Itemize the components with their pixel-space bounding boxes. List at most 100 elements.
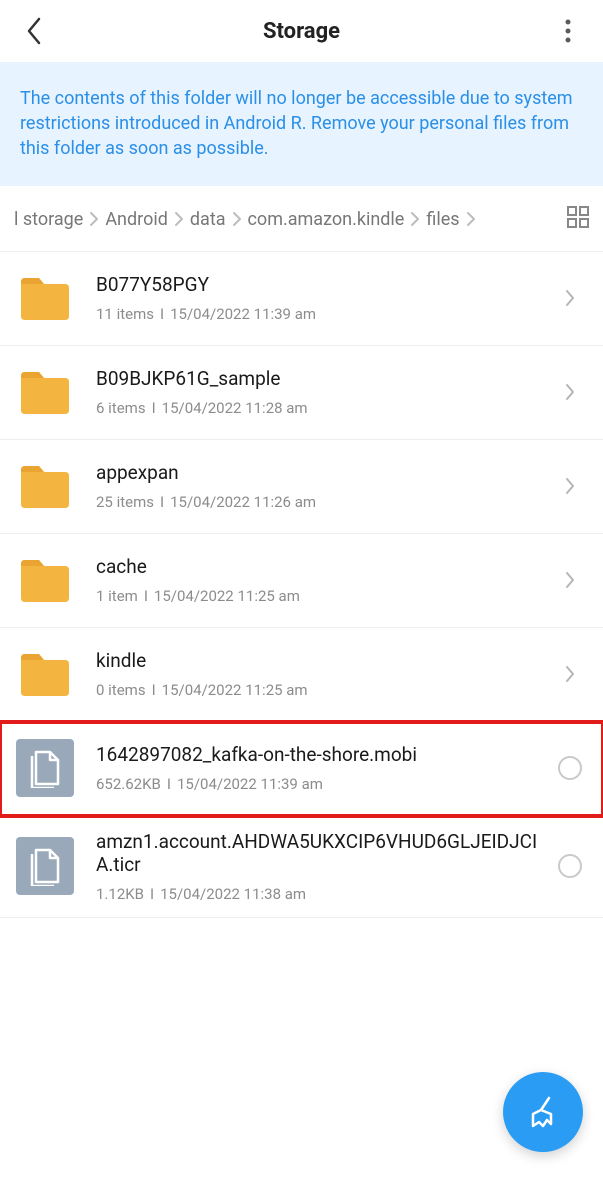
- item-meta-primary: 6 items: [96, 399, 146, 417]
- list-item-body: appexpan 25 items I 15/04/2022 11:26 am: [74, 461, 553, 511]
- item-name: B077Y58PGY: [96, 273, 553, 297]
- radio-unchecked-icon: [558, 854, 582, 878]
- item-disclosure: [553, 288, 587, 308]
- kebab-icon: [565, 19, 571, 43]
- folder-icon-wrap: [16, 551, 74, 609]
- chevron-left-icon: [26, 17, 44, 45]
- item-meta-secondary: 15/04/2022 11:39 am: [170, 305, 316, 323]
- item-meta: 1 item I 15/04/2022 11:25 am: [96, 587, 553, 605]
- folder-icon-wrap: [16, 457, 74, 515]
- folder-icon: [17, 458, 73, 514]
- breadcrumb-segment[interactable]: files: [426, 209, 459, 230]
- meta-divider: I: [160, 493, 164, 511]
- page-title: Storage: [263, 19, 340, 44]
- list-item[interactable]: appexpan 25 items I 15/04/2022 11:26 am: [0, 440, 603, 534]
- item-name: cache: [96, 555, 553, 579]
- chevron-right-icon: [564, 382, 576, 402]
- meta-divider: I: [150, 885, 154, 903]
- item-select-radio[interactable]: [553, 854, 587, 878]
- item-meta-primary: 652.62KB: [96, 775, 161, 793]
- item-meta-primary: 1.12KB: [96, 885, 144, 903]
- meta-divider: I: [152, 681, 156, 699]
- folder-icon: [17, 552, 73, 608]
- item-meta-primary: 25 items: [96, 493, 154, 511]
- list-item-body: B077Y58PGY 11 items I 15/04/2022 11:39 am: [74, 273, 553, 323]
- chevron-right-icon: [564, 664, 576, 684]
- list-item[interactable]: cache 1 item I 15/04/2022 11:25 am: [0, 534, 603, 628]
- item-disclosure: [553, 664, 587, 684]
- folder-icon: [17, 364, 73, 420]
- breadcrumb: l storage Android data com.amazon.kindle fil…: [0, 186, 603, 252]
- file-icon: [28, 748, 62, 788]
- list-item-body: cache 1 item I 15/04/2022 11:25 am: [74, 555, 553, 605]
- list-item[interactable]: 1642897082_kafka-on-the-shore.mobi 652.62…: [0, 722, 603, 816]
- more-options-button[interactable]: [551, 14, 585, 48]
- breadcrumb-segment[interactable]: Android: [105, 209, 168, 230]
- item-meta-secondary: 15/04/2022 11:25 am: [162, 681, 308, 699]
- list-item-body: kindle 0 items I 15/04/2022 11:25 am: [74, 649, 553, 699]
- item-name: B09BJKP61G_sample: [96, 367, 553, 391]
- folder-icon-wrap: [16, 645, 74, 703]
- chevron-right-icon: [564, 288, 576, 308]
- chevron-right-icon: [89, 211, 99, 227]
- breadcrumb-segment[interactable]: l storage: [14, 209, 83, 230]
- meta-divider: I: [152, 399, 156, 417]
- item-disclosure: [553, 570, 587, 590]
- item-meta-secondary: 15/04/2022 11:25 am: [154, 587, 300, 605]
- item-meta: 0 items I 15/04/2022 11:25 am: [96, 681, 553, 699]
- item-meta-primary: 0 items: [96, 681, 146, 699]
- item-name: kindle: [96, 649, 553, 673]
- meta-divider: I: [160, 305, 164, 323]
- list-item[interactable]: kindle 0 items I 15/04/2022 11:25 am: [0, 628, 603, 722]
- chevron-right-icon: [564, 476, 576, 496]
- file-icon: [28, 846, 62, 886]
- item-meta-secondary: 15/04/2022 11:28 am: [162, 399, 308, 417]
- list-item[interactable]: B09BJKP61G_sample 6 items I 15/04/2022 11:2…: [0, 346, 603, 440]
- item-meta-primary: 1 item: [96, 587, 138, 605]
- back-button[interactable]: [18, 14, 52, 48]
- item-meta: 11 items I 15/04/2022 11:39 am: [96, 305, 553, 323]
- file-list: B077Y58PGY11 itemsI15/04/2022 11:39 amB0…: [0, 252, 603, 919]
- folder-icon: [17, 646, 73, 702]
- chevron-right-icon: [466, 211, 476, 227]
- grid-view-toggle[interactable]: [567, 206, 589, 233]
- chevron-right-icon: [410, 211, 420, 227]
- list-item[interactable]: B077Y58PGY 11 items I 15/04/2022 11:39 am: [0, 252, 603, 346]
- list-item[interactable]: amzn1.account.AHDWA5UKXCIP6VHUD6GLJEIDJC…: [0, 816, 603, 919]
- chevron-right-icon: [174, 211, 184, 227]
- clean-fab-button[interactable]: [503, 1072, 583, 1152]
- breadcrumb-segment[interactable]: data: [190, 209, 226, 230]
- item-meta: 6 items I 15/04/2022 11:28 am: [96, 399, 553, 417]
- meta-divider: I: [167, 775, 171, 793]
- meta-divider: I: [144, 587, 148, 605]
- chevron-right-icon: [232, 211, 242, 227]
- breadcrumb-segment[interactable]: com.amazon.kindle: [248, 209, 405, 230]
- file-icon-wrap: [16, 837, 74, 895]
- file-icon-wrap: [16, 739, 74, 797]
- folder-icon-wrap: [16, 363, 74, 421]
- folder-icon-wrap: [16, 269, 74, 327]
- chevron-right-icon: [564, 570, 576, 590]
- item-meta: 25 items I 15/04/2022 11:26 am: [96, 493, 553, 511]
- item-disclosure: [553, 382, 587, 402]
- item-name: amzn1.account.AHDWA5UKXCIP6VHUD6GLJEIDJC…: [96, 830, 553, 878]
- item-name: 1642897082_kafka-on-the-shore.mobi: [96, 743, 553, 767]
- item-meta-secondary: 15/04/2022 11:38 am: [160, 885, 306, 903]
- item-meta: 1.12KB I 15/04/2022 11:38 am: [96, 885, 553, 903]
- list-item-body: B09BJKP61G_sample 6 items I 15/04/2022 11:2…: [74, 367, 553, 417]
- broom-icon: [523, 1092, 563, 1132]
- grid-icon: [567, 206, 589, 228]
- list-item-body: amzn1.account.AHDWA5UKXCIP6VHUD6GLJEIDJC…: [74, 830, 553, 904]
- item-select-radio[interactable]: [553, 756, 587, 780]
- item-meta-secondary: 15/04/2022 11:26 am: [170, 493, 316, 511]
- item-name: appexpan: [96, 461, 553, 485]
- list-item-body: 1642897082_kafka-on-the-shore.mobi 652.62…: [74, 743, 553, 793]
- item-meta: 652.62KB I 15/04/2022 11:39 am: [96, 775, 553, 793]
- folder-icon: [17, 270, 73, 326]
- item-meta-primary: 11 items: [96, 305, 154, 323]
- item-meta-secondary: 15/04/2022 11:39 am: [177, 775, 323, 793]
- warning-banner: The contents of this folder will no long…: [0, 62, 603, 186]
- item-disclosure: [553, 476, 587, 496]
- radio-unchecked-icon: [558, 756, 582, 780]
- app-header: Storage: [0, 0, 603, 62]
